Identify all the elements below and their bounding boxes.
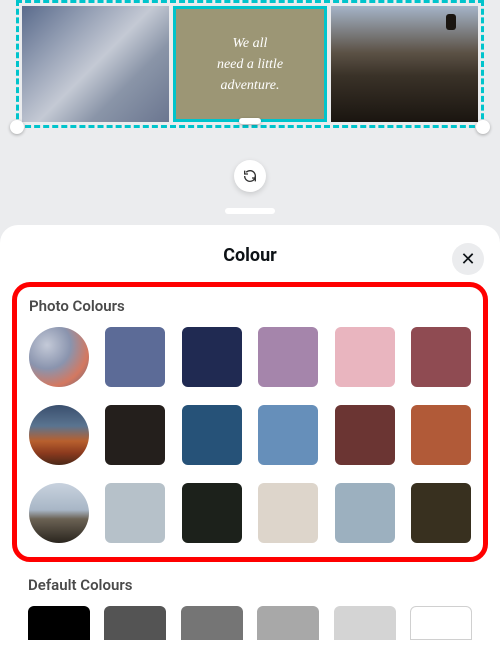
photo-colours-title: Photo Colours (29, 297, 471, 315)
photo-colours-highlighted: Photo Colours (12, 282, 488, 562)
default-colours-title: Default Colours (28, 576, 472, 594)
quote-text: We allneed a littleadventure. (217, 33, 283, 96)
photo-row-1 (29, 405, 471, 465)
selected-carousel[interactable]: We allneed a littleadventure. (16, 0, 484, 128)
colour-swatch[interactable] (335, 327, 395, 387)
close-icon: ✕ (460, 249, 475, 270)
default-row (28, 606, 472, 640)
colour-swatch[interactable] (258, 405, 318, 465)
photo-row-0 (29, 327, 471, 387)
resize-handle-bottom[interactable] (239, 118, 261, 124)
close-button[interactable]: ✕ (452, 243, 484, 275)
slide-quote-selected[interactable]: We allneed a littleadventure. (173, 6, 326, 122)
default-swatch[interactable] (181, 606, 243, 640)
default-swatch[interactable] (410, 606, 472, 640)
default-swatch[interactable] (104, 606, 166, 640)
colour-swatch[interactable] (411, 327, 471, 387)
photo-row-2 (29, 483, 471, 543)
colour-swatch[interactable] (258, 483, 318, 543)
colour-swatch[interactable] (182, 483, 242, 543)
canvas-area: We allneed a littleadventure. (0, 0, 500, 220)
resize-handle-left[interactable] (10, 120, 24, 134)
rotate-button[interactable] (234, 160, 266, 192)
slide-mountain[interactable] (22, 6, 169, 122)
colour-swatch[interactable] (105, 327, 165, 387)
colour-panel: Colour ✕ Photo Colours (0, 225, 500, 661)
slide-hiker[interactable] (331, 6, 478, 122)
colour-swatch[interactable] (335, 405, 395, 465)
resize-handle-right[interactable] (476, 120, 490, 134)
rotate-icon (242, 168, 258, 184)
panel-drag-handle[interactable] (225, 208, 275, 214)
photo-thumb-mountain[interactable] (29, 327, 89, 387)
colour-swatch[interactable] (411, 405, 471, 465)
colour-swatch[interactable] (105, 483, 165, 543)
panel-title: Colour (0, 245, 500, 266)
colour-swatch[interactable] (411, 483, 471, 543)
colour-swatch[interactable] (182, 327, 242, 387)
photo-thumb-sunset[interactable] (29, 405, 89, 465)
photo-thumb-hiker[interactable] (29, 483, 89, 543)
hiker-icon (446, 14, 456, 30)
default-colours-section: Default Colours (0, 570, 500, 640)
panel-header: Colour ✕ (0, 245, 500, 266)
default-swatch[interactable] (257, 606, 319, 640)
colour-swatch[interactable] (182, 405, 242, 465)
default-swatch[interactable] (334, 606, 396, 640)
colour-swatch[interactable] (335, 483, 395, 543)
default-swatch[interactable] (28, 606, 90, 640)
colour-swatch[interactable] (105, 405, 165, 465)
colour-swatch[interactable] (258, 327, 318, 387)
